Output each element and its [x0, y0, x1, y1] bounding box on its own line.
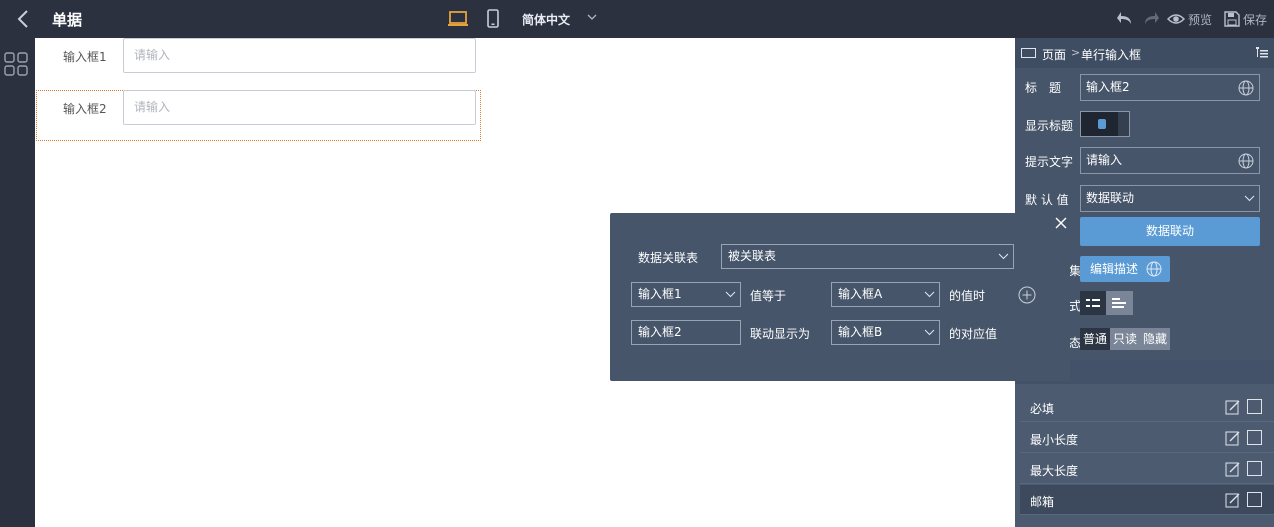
hint-input[interactable]: 请输入 — [1080, 147, 1260, 174]
operator-label: 值等于 — [750, 289, 787, 303]
show-title-toggle[interactable] — [1080, 111, 1130, 137]
default-label: 默 认 值 — [1025, 193, 1069, 207]
close-icon[interactable] — [1055, 217, 1067, 229]
rule-item[interactable]: 最大长度 — [1020, 454, 1274, 484]
condition-suffix: 的值时 — [949, 289, 986, 303]
rule-label: 最大长度 — [1030, 464, 1079, 478]
display-suffix: 的对应值 — [949, 327, 998, 341]
data-linkage-button[interactable]: 数据联动 — [1080, 217, 1260, 246]
show-title-label: 显示标题 — [1025, 119, 1074, 133]
form-field-2[interactable]: 输入框2 请输入 — [35, 90, 481, 126]
rule-checkbox[interactable] — [1247, 430, 1262, 445]
text-input[interactable]: 请输入 — [123, 90, 476, 125]
display-source-value: 输入框B — [838, 325, 883, 339]
edit-description-label: 编辑描述 — [1090, 262, 1139, 276]
title-input[interactable]: 输入框2 — [1080, 74, 1260, 101]
save-button[interactable]: 保存 — [1224, 9, 1267, 29]
mobile-icon[interactable] — [482, 8, 504, 30]
display-source-select[interactable]: 输入框B — [831, 320, 940, 345]
save-icon — [1224, 11, 1240, 27]
list-horizontal-icon — [1086, 299, 1100, 307]
page-icon — [1021, 48, 1036, 58]
edit-description-button[interactable]: 编辑描述 — [1080, 256, 1170, 282]
chevron-down-icon — [924, 329, 935, 336]
chevron-down-icon — [725, 291, 736, 298]
component-grid-icon[interactable] — [4, 52, 28, 76]
rule-item[interactable]: 最小长度 — [1020, 423, 1274, 453]
display-field-value: 输入框2 — [638, 325, 682, 339]
edit-icon[interactable] — [1225, 399, 1241, 415]
rule-label: 最小长度 — [1030, 433, 1079, 447]
breadcrumb-root[interactable]: 页面 — [1042, 46, 1066, 63]
breadcrumb-current: 单行输入框 — [1081, 48, 1142, 62]
edit-icon[interactable] — [1225, 430, 1241, 446]
eye-icon — [1167, 14, 1185, 24]
rule-checkbox[interactable] — [1247, 399, 1262, 414]
add-circle-icon[interactable] — [1018, 286, 1036, 304]
globe-icon[interactable] — [1238, 80, 1254, 96]
rule-checkbox[interactable] — [1247, 461, 1262, 476]
list-vertical-icon — [1112, 298, 1126, 308]
redo-icon[interactable] — [1142, 9, 1160, 29]
validation-rules: 必填 最小长度 最大长度 邮箱 — [1015, 384, 1274, 527]
source-field-select[interactable]: 输入框1 — [631, 282, 741, 307]
field-label: 输入框1 — [63, 50, 107, 64]
hint-label: 提示文字 — [1025, 155, 1074, 169]
rule-label: 必填 — [1030, 402, 1055, 416]
state-option-normal[interactable]: 普通 — [1080, 328, 1111, 350]
breadcrumb-separator: > — [1071, 46, 1081, 59]
page-title: 单据 — [52, 11, 83, 29]
preview-button[interactable]: 预览 — [1167, 9, 1212, 29]
edit-icon[interactable] — [1225, 461, 1241, 477]
layout-toggle[interactable] — [1080, 291, 1133, 315]
save-label: 保存 — [1243, 12, 1268, 27]
language-select[interactable]: 简体中文 — [522, 11, 570, 28]
title-value: 输入框2 — [1086, 80, 1130, 94]
layout-vertical-option[interactable] — [1106, 291, 1133, 315]
source-field-value: 输入框1 — [638, 287, 682, 301]
tree-list-icon[interactable] — [1255, 46, 1269, 60]
default-value: 数据联动 — [1086, 191, 1135, 205]
display-as-label: 联动显示为 — [750, 327, 811, 341]
chevron-down-icon — [1244, 195, 1255, 202]
layout-horizontal-option[interactable] — [1080, 291, 1106, 315]
top-bar: 单据 简体中文 预览 保存 — [0, 0, 1274, 38]
breadcrumb: 页面 > 单行输入框 — [1015, 38, 1274, 68]
state-segmented-control[interactable]: 普通 只读 隐藏 — [1080, 328, 1171, 350]
chevron-down-icon — [924, 291, 935, 298]
state-option-readonly[interactable]: 只读 — [1110, 328, 1141, 350]
edit-icon[interactable] — [1225, 492, 1241, 508]
match-field-select[interactable]: 输入框A — [831, 282, 940, 307]
table-label: 数据关联表 — [638, 251, 699, 265]
data-linkage-popup: 数据关联表 被关联表 输入框1 值等于 输入框A 的值时 输入框2 联动显示为 … — [610, 213, 1070, 381]
linked-table-select[interactable]: 被关联表 — [721, 244, 1014, 269]
chevron-down-icon — [998, 253, 1009, 260]
rule-label: 邮箱 — [1030, 495, 1055, 509]
undo-icon[interactable] — [1116, 9, 1134, 29]
rule-item[interactable]: 邮箱 — [1020, 485, 1274, 515]
title-label: 标 题 — [1025, 81, 1062, 95]
laptop-icon[interactable] — [447, 8, 469, 30]
rule-checkbox[interactable] — [1247, 492, 1262, 507]
globe-icon[interactable] — [1238, 153, 1254, 169]
state-option-hidden[interactable]: 隐藏 — [1140, 328, 1171, 350]
left-toolbar — [0, 38, 35, 527]
match-field-value: 输入框A — [838, 287, 883, 301]
globe-icon — [1146, 261, 1162, 277]
field-label: 输入框2 — [63, 102, 107, 116]
chevron-down-icon[interactable] — [586, 11, 598, 23]
hint-value: 请输入 — [1086, 153, 1123, 167]
rule-item[interactable]: 必填 — [1020, 392, 1274, 422]
display-field-input[interactable]: 输入框2 — [631, 320, 741, 345]
back-arrow-icon[interactable] — [14, 8, 34, 30]
linked-table-value: 被关联表 — [728, 249, 777, 263]
text-input[interactable]: 请输入 — [123, 38, 476, 73]
preview-label: 预览 — [1188, 12, 1213, 27]
form-field-1[interactable]: 输入框1 请输入 — [35, 38, 481, 74]
default-value-select[interactable]: 数据联动 — [1080, 185, 1260, 212]
